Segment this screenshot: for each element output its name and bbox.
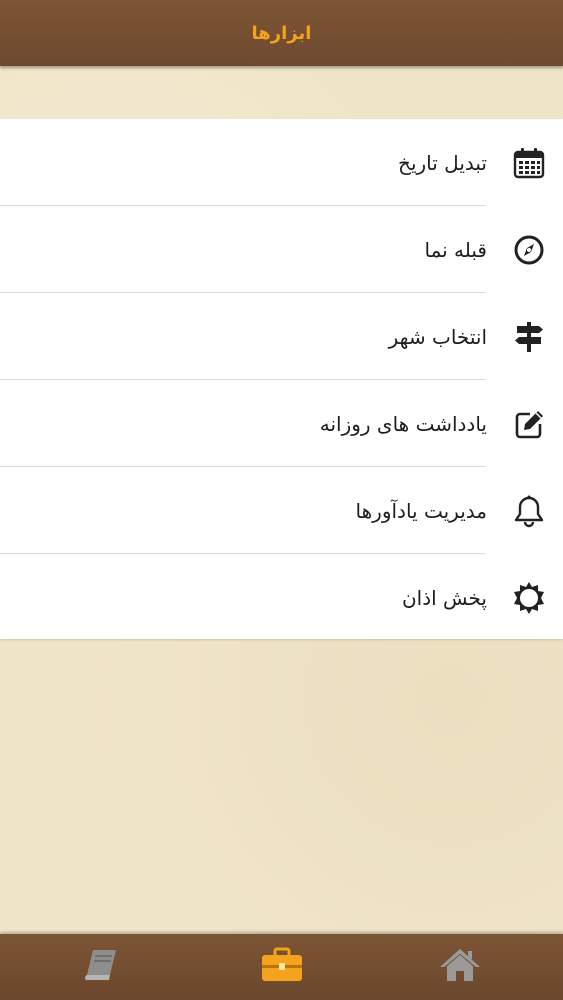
tab-tools[interactable] — [257, 946, 307, 988]
menu-item-reminders[interactable]: مدیریت یادآورها — [0, 467, 563, 554]
page-title: ابزارها — [251, 22, 312, 44]
sun-icon — [503, 580, 555, 616]
top-navigation-bar: ابزارها — [0, 0, 563, 66]
menu-item-label: تبدیل تاریخ — [398, 150, 487, 175]
menu-item-select-city[interactable]: انتخاب شهر — [0, 293, 563, 380]
menu-item-qibla-compass[interactable]: قبله نما — [0, 206, 563, 293]
home-icon — [437, 946, 483, 988]
menu-item-play-azan[interactable]: پخش اذان — [0, 554, 563, 641]
menu-item-label: قبله نما — [424, 237, 487, 262]
menu-item-label: یادداشت های روزانه — [319, 411, 487, 436]
bell-icon — [503, 494, 555, 528]
menu-item-label: انتخاب شهر — [388, 324, 487, 349]
menu-item-daily-notes[interactable]: یادداشت های روزانه — [0, 380, 563, 467]
tools-menu: تبدیل تاریخ قبله نما انتخاب شهر یادداشت … — [0, 119, 563, 639]
menu-item-date-conversion[interactable]: تبدیل تاریخ — [0, 119, 563, 206]
compass-icon — [503, 233, 555, 267]
bottom-tab-bar — [0, 934, 563, 1000]
menu-item-label: مدیریت یادآورها — [355, 498, 487, 523]
menu-item-label: پخش اذان — [401, 585, 487, 610]
calendar-icon — [503, 146, 555, 180]
edit-note-icon — [503, 407, 555, 441]
tab-book[interactable] — [76, 946, 126, 988]
header-spacer — [0, 66, 563, 120]
tab-home[interactable] — [435, 946, 485, 988]
book-icon — [81, 947, 121, 987]
briefcase-icon — [260, 946, 304, 988]
signpost-icon — [503, 320, 555, 354]
